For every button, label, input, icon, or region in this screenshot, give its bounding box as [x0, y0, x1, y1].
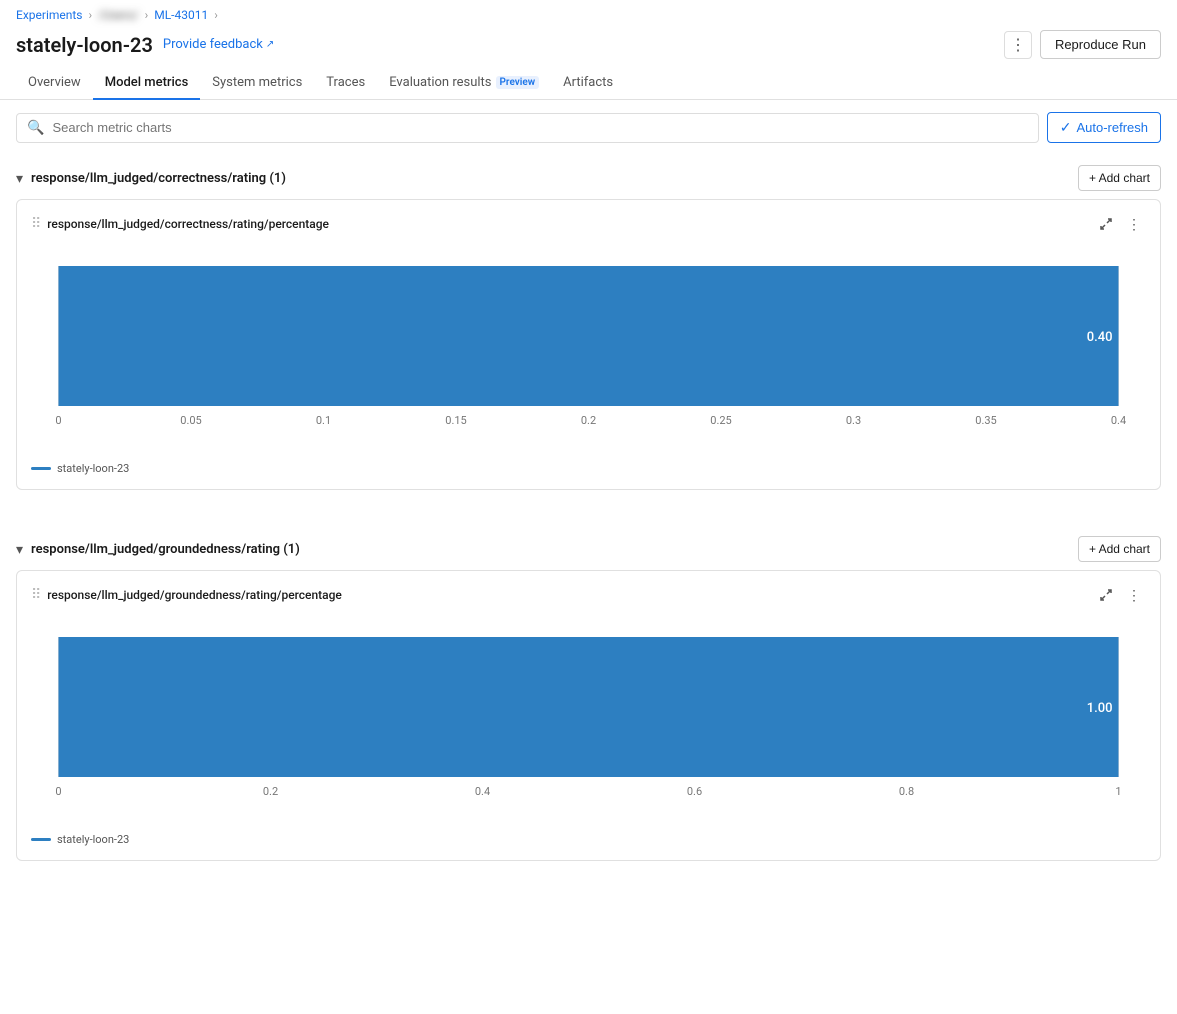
feedback-label: Provide feedback	[163, 37, 263, 52]
tab-model-metrics[interactable]: Model metrics	[93, 67, 201, 100]
reproduce-run-button[interactable]: Reproduce Run	[1040, 30, 1161, 59]
section-groundedness: ▾ response/llm_judged/groundedness/rating…	[0, 526, 1177, 897]
auto-refresh-button[interactable]: ✓ Auto-refresh	[1047, 112, 1161, 143]
svg-text:0.40: 0.40	[1087, 330, 1113, 345]
add-chart-button-groundedness[interactable]: + Add chart	[1078, 536, 1161, 562]
chart-area-groundedness-chart: 0 0.2 0.4 0.6 0.8 1 1.00	[31, 617, 1146, 817]
tab-evaluation-results[interactable]: Evaluation resultsPreview	[377, 67, 551, 100]
check-icon: ✓	[1060, 119, 1072, 136]
drag-handle-correctness-chart[interactable]: ⠿	[31, 216, 41, 232]
tab-system-metrics[interactable]: System metrics	[200, 67, 314, 100]
add-chart-button-correctness[interactable]: + Add chart	[1078, 165, 1161, 191]
expand-button-correctness-chart[interactable]	[1094, 212, 1118, 236]
breadcrumb-sep2: ›	[145, 8, 149, 22]
svg-text:0.35: 0.35	[975, 414, 996, 427]
chart-more-button-groundedness-chart[interactable]: ⋮	[1122, 583, 1146, 607]
search-icon: 🔍	[27, 120, 44, 136]
sections-container: ▾ response/llm_judged/correctness/rating …	[0, 155, 1177, 897]
page-title: stately-loon-23	[16, 33, 153, 57]
tab-traces[interactable]: Traces	[314, 67, 377, 100]
svg-text:0.6: 0.6	[687, 785, 702, 798]
section-title-groundedness: response/llm_judged/groundedness/rating …	[31, 542, 300, 557]
chart-more-button-correctness-chart[interactable]: ⋮	[1122, 212, 1146, 236]
collapse-button-groundedness[interactable]: ▾	[16, 541, 23, 558]
page-header-left: stately-loon-23 Provide feedback ↗	[16, 33, 274, 57]
breadcrumb-users: /Users/	[98, 8, 139, 22]
chart-title-groundedness-chart: response/llm_judged/groundedness/rating/…	[47, 588, 342, 602]
breadcrumb-sep3: ›	[214, 8, 218, 22]
chart-legend-groundedness-chart: stately-loon-23	[31, 825, 1146, 846]
expand-button-groundedness-chart[interactable]	[1094, 583, 1118, 607]
svg-text:0.15: 0.15	[445, 414, 466, 427]
breadcrumb-sep1: ›	[89, 8, 93, 22]
more-options-button[interactable]: ⋮	[1004, 31, 1032, 59]
chart-area-correctness-chart: 0 0.05 0.1 0.15 0.2 0.25 0.3 0.35 0.4 0.40	[31, 246, 1146, 446]
search-input[interactable]	[52, 120, 1027, 135]
svg-text:0.8: 0.8	[899, 785, 914, 798]
search-box: 🔍	[16, 113, 1039, 143]
drag-handle-groundedness-chart[interactable]: ⠿	[31, 587, 41, 603]
external-link-icon: ↗	[266, 39, 274, 50]
breadcrumb: Experiments › /Users/ › ML-43011 ›	[0, 0, 1177, 26]
section-header-correctness: ▾ response/llm_judged/correctness/rating …	[16, 155, 1161, 199]
svg-text:0.25: 0.25	[710, 414, 731, 427]
svg-text:0.2: 0.2	[581, 414, 596, 427]
breadcrumb-experiments[interactable]: Experiments	[16, 8, 83, 22]
page-header: stately-loon-23 Provide feedback ↗ ⋮ Rep…	[0, 26, 1177, 67]
section-title-correctness: response/llm_judged/correctness/rating (…	[31, 171, 286, 186]
chart-title-correctness-chart: response/llm_judged/correctness/rating/p…	[47, 217, 329, 231]
legend-label-correctness-chart: stately-loon-23	[57, 462, 129, 475]
svg-text:0.4: 0.4	[475, 785, 490, 798]
nav-tabs: OverviewModel metricsSystem metricsTrace…	[0, 67, 1177, 100]
svg-text:1: 1	[1115, 785, 1121, 798]
section-correctness: ▾ response/llm_judged/correctness/rating …	[0, 155, 1177, 526]
breadcrumb-run-id[interactable]: ML-43011	[154, 8, 208, 22]
section-header-groundedness: ▾ response/llm_judged/groundedness/rating…	[16, 526, 1161, 570]
tab-overview[interactable]: Overview	[16, 67, 93, 100]
toolbar: 🔍 ✓ Auto-refresh	[0, 100, 1177, 155]
chart-legend-correctness-chart: stately-loon-23	[31, 454, 1146, 475]
legend-label-groundedness-chart: stately-loon-23	[57, 833, 129, 846]
svg-text:0.1: 0.1	[316, 414, 331, 427]
chart-card-correctness-chart: ⠿ response/llm_judged/correctness/rating/…	[16, 199, 1161, 490]
svg-text:0.3: 0.3	[846, 414, 861, 427]
preview-badge: Preview	[496, 76, 540, 89]
tab-artifacts[interactable]: Artifacts	[551, 67, 625, 100]
svg-text:0: 0	[55, 785, 61, 798]
svg-text:0.05: 0.05	[180, 414, 201, 427]
legend-line-groundedness-chart	[31, 838, 51, 841]
collapse-button-correctness[interactable]: ▾	[16, 170, 23, 187]
legend-line-correctness-chart	[31, 467, 51, 470]
auto-refresh-label: Auto-refresh	[1076, 120, 1148, 135]
page-header-right: ⋮ Reproduce Run	[1004, 30, 1161, 59]
svg-text:0: 0	[55, 414, 61, 427]
svg-text:1.00: 1.00	[1087, 701, 1113, 716]
svg-text:0.4: 0.4	[1111, 414, 1126, 427]
svg-text:0.2: 0.2	[263, 785, 278, 798]
feedback-link[interactable]: Provide feedback ↗	[163, 37, 274, 52]
chart-card-groundedness-chart: ⠿ response/llm_judged/groundedness/rating…	[16, 570, 1161, 861]
